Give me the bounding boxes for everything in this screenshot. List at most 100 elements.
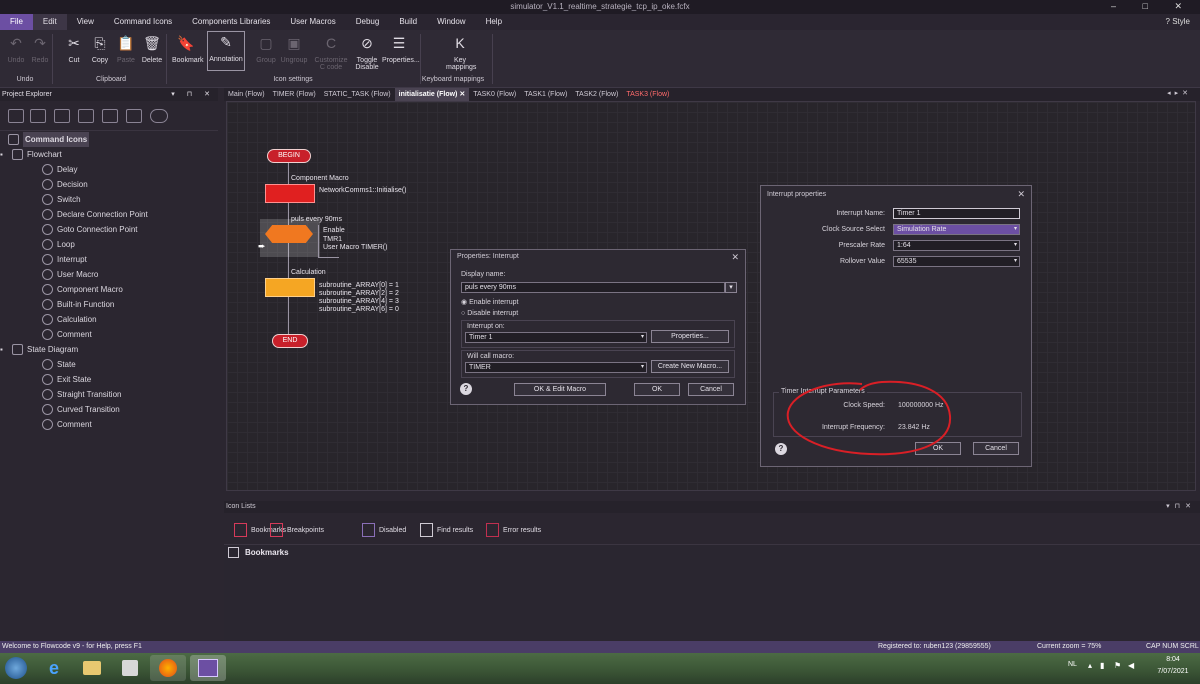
find-results-icon bbox=[420, 523, 433, 537]
bookmarks-list-header: Bookmarks bbox=[245, 548, 289, 557]
component-macro-block[interactable] bbox=[265, 184, 315, 203]
calculation-block[interactable] bbox=[265, 278, 315, 297]
macros-icon[interactable] bbox=[54, 109, 70, 123]
menu-file[interactable]: File bbox=[0, 14, 33, 30]
menu-components-libraries[interactable]: Components Libraries bbox=[182, 14, 280, 30]
group-button[interactable]: ▢ Group bbox=[252, 33, 280, 65]
interrupt-block[interactable] bbox=[265, 225, 313, 243]
display-name-input[interactable]: puls every 90ms bbox=[461, 282, 725, 293]
ports-icon[interactable] bbox=[78, 109, 94, 123]
error-results-button[interactable]: Error results bbox=[486, 523, 541, 537]
language-indicator[interactable]: NL bbox=[1068, 661, 1077, 668]
menu-debug[interactable]: Debug bbox=[346, 14, 390, 30]
declare-connection-point-label: Declare Connection Point bbox=[57, 210, 148, 219]
bracket-line bbox=[318, 257, 339, 258]
rollover-select[interactable]: 65535 ▾ bbox=[893, 256, 1020, 267]
delete-button[interactable]: 🗑 Delete bbox=[138, 33, 166, 65]
panel-controls[interactable]: ▾⊓✕ bbox=[1166, 501, 1196, 513]
volume-icon[interactable]: ◀ bbox=[1128, 661, 1134, 670]
chevron-down-icon: ▾ bbox=[640, 364, 644, 370]
menu-build[interactable]: Build bbox=[389, 14, 427, 30]
flag-icon[interactable]: ⚑ bbox=[1114, 661, 1121, 670]
menu-view[interactable]: View bbox=[67, 14, 104, 30]
redo-button[interactable]: ↷ Redo bbox=[26, 33, 54, 65]
grid-icon[interactable] bbox=[8, 109, 24, 123]
clock-time[interactable]: 8:04 bbox=[1158, 656, 1188, 663]
media-taskbar-button[interactable] bbox=[112, 655, 148, 681]
explorer-taskbar-button[interactable] bbox=[74, 655, 110, 681]
events-icon[interactable] bbox=[150, 109, 168, 123]
annotation-button[interactable]: ✎ Annotation bbox=[207, 31, 245, 71]
menu-window[interactable]: Window bbox=[427, 14, 475, 30]
will-call-select[interactable]: TIMER ▾ bbox=[465, 362, 647, 373]
bookmark-button[interactable]: 🔖 Bookmark bbox=[172, 33, 204, 65]
will-call-value: TIMER bbox=[469, 364, 491, 371]
disabled-button[interactable]: Disabled bbox=[362, 523, 406, 537]
tray-arrow-icon[interactable]: ▴ bbox=[1088, 661, 1092, 670]
menu-edit[interactable]: Edit bbox=[32, 14, 67, 30]
cancel-button[interactable]: Cancel bbox=[973, 442, 1019, 455]
breakpoints-button[interactable]: Breakpoints bbox=[270, 523, 324, 537]
panel-controls[interactable]: ▾ ⊓ ✕ bbox=[171, 88, 215, 101]
tab-task1-flow[interactable]: TASK1 (Flow) bbox=[520, 88, 571, 101]
menu-command-icons[interactable]: Command Icons bbox=[104, 14, 182, 30]
dialog-title: Interrupt properties bbox=[767, 191, 827, 198]
clock-source-select[interactable]: Simulation Rate ▾ bbox=[893, 224, 1020, 235]
close-icon[interactable]: ✕ bbox=[457, 91, 465, 98]
flowcode-taskbar-button[interactable] bbox=[190, 655, 226, 681]
start-button[interactable] bbox=[2, 655, 30, 681]
cut-button[interactable]: ✂ Cut bbox=[60, 33, 88, 65]
network-icon[interactable]: ▮ bbox=[1100, 661, 1104, 670]
window-controls[interactable]: – □ ✕ bbox=[1111, 1, 1194, 12]
clock-date[interactable]: 7/07/2021 bbox=[1150, 668, 1196, 675]
toggle-disable-button[interactable]: ⊘ Toggle Disable bbox=[350, 33, 384, 72]
firefox-taskbar-button[interactable] bbox=[150, 655, 186, 681]
disable-radio[interactable]: ○ Disable interrupt bbox=[461, 310, 518, 317]
begin-terminal[interactable]: BEGIN bbox=[267, 149, 311, 163]
prescaler-select[interactable]: 1:64 ▾ bbox=[893, 240, 1020, 251]
tab-initialisatie-flow[interactable]: initialisatie (Flow) ✕ bbox=[394, 88, 470, 101]
ie-taskbar-button[interactable]: e bbox=[36, 655, 72, 681]
variables-icon[interactable] bbox=[30, 109, 46, 123]
menu-help[interactable]: Help bbox=[476, 14, 512, 30]
ungroup-button[interactable]: ▣ Ungroup bbox=[280, 33, 308, 65]
tab-task3-flow[interactable]: TASK3 (Flow) bbox=[622, 88, 673, 101]
scissors-icon: ✂ bbox=[68, 34, 80, 51]
goto-connection-point-icon bbox=[42, 224, 53, 235]
create-new-macro-button[interactable]: Create New Macro... bbox=[651, 360, 729, 373]
expand-icon[interactable]: ▪ bbox=[0, 342, 3, 357]
style-button[interactable]: ? Style bbox=[1166, 17, 1190, 26]
interrupt-on-select[interactable]: Timer 1 ▾ bbox=[465, 332, 647, 343]
close-icon[interactable]: ✕ bbox=[1017, 189, 1025, 200]
find-results-button[interactable]: Find results bbox=[420, 523, 473, 537]
cancel-button[interactable]: Cancel bbox=[688, 383, 734, 396]
tab-main-flow[interactable]: Main (Flow) bbox=[224, 88, 269, 101]
tab-task2-flow[interactable]: TASK2 (Flow) bbox=[571, 88, 622, 101]
pencil-icon: ✎ bbox=[220, 33, 232, 50]
menu-user-macros[interactable]: User Macros bbox=[280, 14, 345, 30]
end-terminal[interactable]: END bbox=[272, 334, 308, 348]
interrupt-name-input[interactable]: Timer 1 bbox=[893, 208, 1020, 219]
ungroup-label: Ungroup bbox=[280, 57, 308, 64]
components-icon[interactable] bbox=[102, 109, 118, 123]
close-icon[interactable]: ✕ bbox=[731, 252, 739, 263]
links-icon[interactable] bbox=[126, 109, 142, 123]
display-name-dropdown[interactable]: ▾ bbox=[725, 282, 737, 293]
tab-task0-flow[interactable]: TASK0 (Flow) bbox=[469, 88, 520, 101]
tab-timer-flow[interactable]: TIMER (Flow) bbox=[269, 88, 320, 101]
properties-button[interactable]: ☰ Properties... bbox=[382, 33, 420, 65]
expand-icon[interactable]: ▪ bbox=[0, 147, 3, 162]
properties-button[interactable]: Properties... bbox=[651, 330, 729, 343]
customize-c-code-button[interactable]: C Customize C code bbox=[314, 33, 348, 71]
key-mappings-button[interactable]: K Key mappings bbox=[446, 33, 476, 71]
tab-static-task-flow[interactable]: STATIC_TASK (Flow) bbox=[320, 88, 395, 101]
ok-button[interactable]: OK bbox=[634, 383, 680, 396]
help-icon[interactable]: ? bbox=[460, 383, 472, 395]
interrupt-name-label: Interrupt Name: bbox=[836, 210, 885, 217]
ok-edit-macro-button[interactable]: OK & Edit Macro bbox=[514, 383, 606, 396]
enable-radio[interactable]: ◉ Enable interrupt bbox=[461, 298, 518, 306]
tab-scroll-controls[interactable]: ◂▸✕ bbox=[1167, 89, 1192, 97]
copy-button[interactable]: ⎘ Copy bbox=[86, 33, 114, 65]
disable-label: Disable interrupt bbox=[467, 310, 519, 317]
paste-button[interactable]: 📋 Paste bbox=[112, 33, 140, 65]
